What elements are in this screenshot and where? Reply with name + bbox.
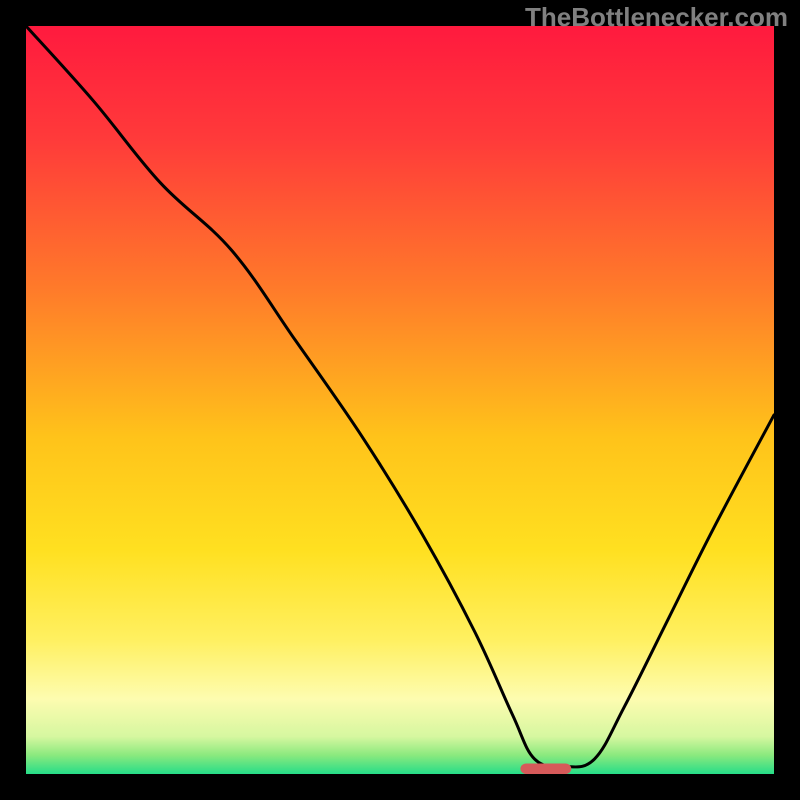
optimum-marker xyxy=(520,764,571,774)
plot-frame xyxy=(26,26,774,774)
gradient-background xyxy=(26,26,774,774)
watermark-text: TheBottlenecker.com xyxy=(525,2,788,33)
bottleneck-chart xyxy=(26,26,774,774)
